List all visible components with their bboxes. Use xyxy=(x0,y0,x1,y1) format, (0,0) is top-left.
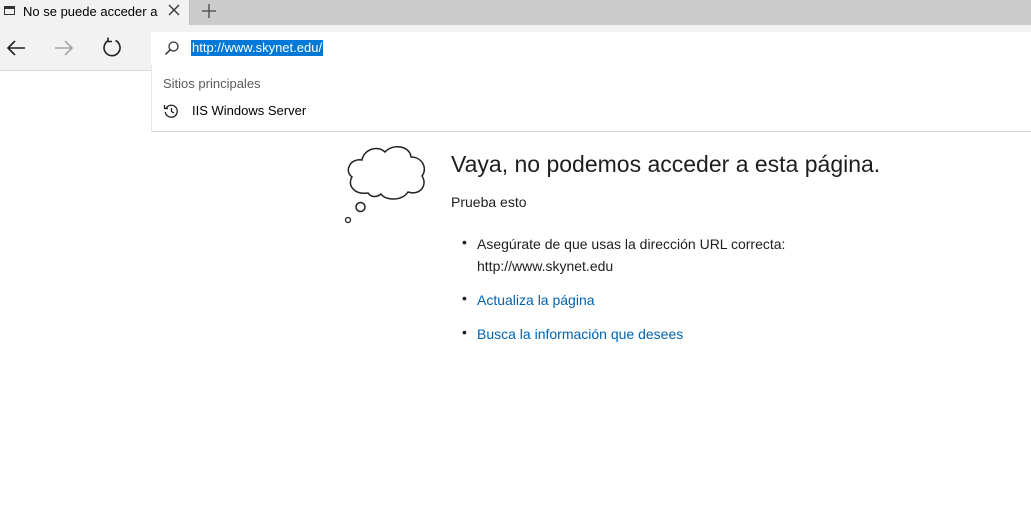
address-bar[interactable]: http://www.skynet.edu/ xyxy=(151,32,1031,65)
close-icon[interactable] xyxy=(167,3,181,17)
arrow-right-icon[interactable] xyxy=(52,36,76,60)
suggestion-label: IIS Windows Server xyxy=(192,103,307,118)
bullet: • xyxy=(462,234,467,250)
tab-strip: No se puede acceder a l xyxy=(0,0,1031,25)
bullet: • xyxy=(462,290,467,306)
url-input[interactable]: http://www.skynet.edu/ xyxy=(191,40,324,56)
tip-url-line1: Asegúrate de que usas la dirección URL c… xyxy=(477,236,786,252)
tip-url-line2: http://www.skynet.edu xyxy=(477,258,614,274)
search-icon xyxy=(164,41,179,56)
bullet: • xyxy=(462,324,467,340)
search-info-link[interactable]: Busca la información que desees xyxy=(477,323,683,345)
thought-cloud-icon xyxy=(344,145,426,224)
tab-title: No se puede acceder a l xyxy=(23,4,161,19)
error-subtitle: Prueba esto xyxy=(451,194,527,210)
page-icon xyxy=(4,6,15,15)
history-icon xyxy=(163,104,178,118)
refresh-icon[interactable] xyxy=(100,36,124,60)
suggestion-item[interactable]: IIS Windows Server xyxy=(152,99,1030,123)
tab-active[interactable]: No se puede acceder a l xyxy=(0,0,190,25)
error-title: Vaya, no podemos acceder a esta página. xyxy=(451,151,881,177)
arrow-left-icon[interactable] xyxy=(4,36,28,60)
plus-icon[interactable] xyxy=(200,2,218,20)
suggestions-header: Sitios principales xyxy=(163,76,261,91)
suggestions-dropdown: Sitios principales IIS Windows Server xyxy=(151,65,1031,132)
refresh-page-link[interactable]: Actualiza la página xyxy=(477,289,595,311)
